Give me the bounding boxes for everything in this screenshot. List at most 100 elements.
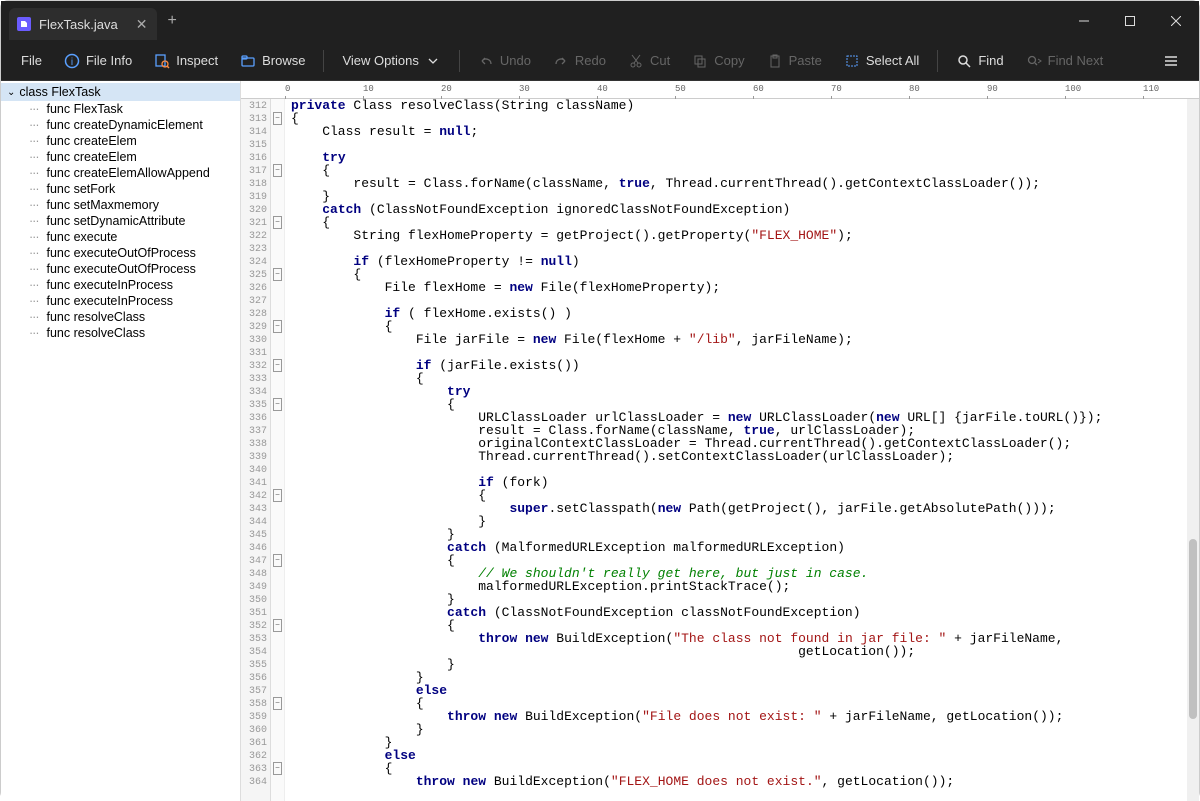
scrollbar-thumb[interactable] <box>1189 539 1197 719</box>
copy-button[interactable]: Copy <box>682 48 754 74</box>
inspect-button[interactable]: Inspect <box>144 48 228 74</box>
fold-toggle[interactable]: − <box>273 320 282 333</box>
find-button[interactable]: Find <box>946 48 1013 74</box>
fold-toggle[interactable]: − <box>273 112 282 125</box>
code-line[interactable]: } <box>291 723 1199 736</box>
fold-cell <box>271 177 284 190</box>
ruler-tick: 20 <box>441 84 452 94</box>
tree-item[interactable]: func createElemAllowAppend <box>1 165 240 181</box>
code-line[interactable]: throw new BuildException("File does not … <box>291 710 1199 723</box>
fold-cell <box>271 749 284 762</box>
fold-cell <box>271 307 284 320</box>
code-line[interactable]: Class result = null; <box>291 125 1199 138</box>
find-next-button[interactable]: Find Next <box>1016 48 1114 74</box>
code-line[interactable]: else <box>291 749 1199 762</box>
tree-item[interactable]: func executeInProcess <box>1 277 240 293</box>
tree-item[interactable]: func executeOutOfProcess <box>1 261 240 277</box>
fold-toggle[interactable]: − <box>273 554 282 567</box>
code-line[interactable]: Thread.currentThread().setContextClassLo… <box>291 450 1199 463</box>
fold-cell <box>271 190 284 203</box>
fold-cell <box>271 580 284 593</box>
tree-item[interactable]: func createElem <box>1 133 240 149</box>
line-number: 335 <box>241 399 270 412</box>
tree-item[interactable]: func executeOutOfProcess <box>1 245 240 261</box>
line-number: 353 <box>241 633 270 646</box>
tree-item[interactable]: func createElem <box>1 149 240 165</box>
fold-toggle[interactable]: − <box>273 164 282 177</box>
fold-toggle[interactable]: − <box>273 359 282 372</box>
line-number: 343 <box>241 503 270 516</box>
code-line[interactable]: File flexHome = new File(flexHomePropert… <box>291 281 1199 294</box>
tree-item[interactable]: func executeInProcess <box>1 293 240 309</box>
code-line[interactable]: catch (ClassNotFoundException ignoredCla… <box>291 203 1199 216</box>
file-menu[interactable]: File <box>11 48 52 73</box>
tree-item[interactable]: func setMaxmemory <box>1 197 240 213</box>
code-line[interactable]: String flexHomeProperty = getProject().g… <box>291 229 1199 242</box>
fold-cell <box>271 372 284 385</box>
window-controls <box>1061 1 1199 41</box>
tree-item[interactable]: func resolveClass <box>1 309 240 325</box>
tree-item[interactable]: func setDynamicAttribute <box>1 213 240 229</box>
code-line[interactable]: File jarFile = new File(flexHome + "/lib… <box>291 333 1199 346</box>
ruler-tick: 110 <box>1143 84 1159 94</box>
tree-root[interactable]: ⌄ class FlexTask <box>1 83 240 101</box>
browse-button[interactable]: Browse <box>230 48 315 74</box>
code-content[interactable]: private Class resolveClass(String classN… <box>285 99 1199 801</box>
line-number: 317 <box>241 165 270 178</box>
code-line[interactable]: } <box>291 736 1199 749</box>
info-icon: i <box>64 53 80 69</box>
copy-icon <box>692 53 708 69</box>
code-line[interactable]: try <box>291 151 1199 164</box>
code-line[interactable]: if ( flexHome.exists() ) <box>291 307 1199 320</box>
select-all-button[interactable]: Select All <box>834 48 929 74</box>
line-number: 338 <box>241 438 270 451</box>
fold-toggle[interactable]: − <box>273 216 282 229</box>
code-line[interactable]: throw new BuildException("FLEX_HOME does… <box>291 775 1199 788</box>
fold-cell: − <box>271 697 284 710</box>
fold-toggle[interactable]: − <box>273 697 282 710</box>
file-tab[interactable]: FlexTask.java ✕ <box>9 8 157 40</box>
paste-button[interactable]: Paste <box>757 48 832 74</box>
new-tab-button[interactable]: + <box>167 12 176 30</box>
line-number: 322 <box>241 230 270 243</box>
chevron-down-icon: ⌄ <box>7 87 15 98</box>
code-line[interactable]: if (flexHomeProperty != null) <box>291 255 1199 268</box>
code-line[interactable]: } <box>291 658 1199 671</box>
view-options-menu[interactable]: View Options <box>332 48 450 74</box>
close-window-button[interactable] <box>1153 1 1199 41</box>
tree-item[interactable]: func execute <box>1 229 240 245</box>
cut-button[interactable]: Cut <box>618 48 680 74</box>
search-icon <box>956 53 972 69</box>
tree-item[interactable]: func resolveClass <box>1 325 240 341</box>
code-line[interactable]: if (jarFile.exists()) <box>291 359 1199 372</box>
menu-button[interactable] <box>1153 48 1189 74</box>
outline-sidebar[interactable]: ⌄ class FlexTask func FlexTaskfunc creat… <box>1 81 241 801</box>
fold-toggle[interactable]: − <box>273 489 282 502</box>
close-tab-icon[interactable]: ✕ <box>136 16 148 33</box>
tree-item[interactable]: func FlexTask <box>1 101 240 117</box>
vertical-scrollbar[interactable] <box>1187 99 1199 801</box>
code-line[interactable]: else <box>291 684 1199 697</box>
undo-button[interactable]: Undo <box>468 48 541 74</box>
tree-item[interactable]: func setFork <box>1 181 240 197</box>
tree-item[interactable]: func createDynamicElement <box>1 117 240 133</box>
file-info-button[interactable]: i File Info <box>54 48 142 74</box>
line-number: 355 <box>241 659 270 672</box>
tree-root-label: class FlexTask <box>19 85 100 99</box>
fold-toggle[interactable]: − <box>273 268 282 281</box>
fold-cell <box>271 710 284 723</box>
ruler-tick: 70 <box>831 84 842 94</box>
code-line[interactable]: result = Class.forName(className, true, … <box>291 177 1199 190</box>
fold-toggle[interactable]: − <box>273 762 282 775</box>
line-number: 321 <box>241 217 270 230</box>
code-line[interactable] <box>291 138 1199 151</box>
code-area[interactable]: 3123133143153163173183193203213223233243… <box>241 99 1199 801</box>
minimize-button[interactable] <box>1061 1 1107 41</box>
fold-toggle[interactable]: − <box>273 398 282 411</box>
code-line[interactable]: private Class resolveClass(String classN… <box>291 99 1199 112</box>
redo-button[interactable]: Redo <box>543 48 616 74</box>
fold-cell: − <box>271 164 284 177</box>
line-number: 314 <box>241 126 270 139</box>
maximize-button[interactable] <box>1107 1 1153 41</box>
fold-toggle[interactable]: − <box>273 619 282 632</box>
